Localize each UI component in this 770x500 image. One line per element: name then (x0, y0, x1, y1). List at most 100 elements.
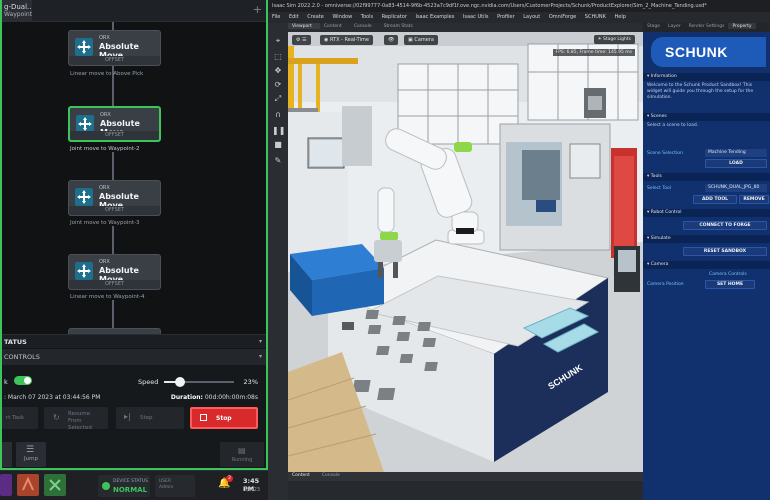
viewport-tool-strip: ⌖ ⬚ ✥ ⟳ ⤢ ∩ ❚❚ ■ ✎ (268, 32, 288, 472)
menu-schunk[interactable]: SCHUNK (585, 14, 606, 20)
tab-viewport[interactable]: Viewport (288, 23, 320, 29)
bottom-panel: Content Console (288, 472, 643, 500)
editor-tab-subtitle: Waypoint-2 (4, 11, 32, 18)
section-scenes[interactable]: ▾ Scenes (643, 113, 770, 121)
app-launcher-orange[interactable] (17, 474, 39, 496)
enable-toggle[interactable] (14, 376, 32, 385)
step-button[interactable]: ▸| Step (116, 407, 184, 429)
section-information[interactable]: ▾ Information (643, 73, 770, 81)
menu-tools[interactable]: Tools (361, 14, 373, 20)
information-text: Welcome to the Schunk Product Sandbox! T… (647, 83, 754, 100)
tab-stream-stats[interactable]: Stream Stats (380, 23, 421, 29)
move-arrows-icon (75, 262, 93, 280)
editor-tab[interactable]: g-Dual... Waypoint-2 (2, 0, 32, 22)
menu-omniforge[interactable]: OmniForge (549, 14, 576, 20)
tab-console[interactable]: Console (350, 23, 380, 29)
snap-tool-icon[interactable]: ∩ (272, 110, 284, 120)
node-description: Linear move to Waypoint-4 (70, 294, 145, 300)
jump-button[interactable]: ☰ Jump (16, 442, 46, 467)
flow-node-absolute-move[interactable]: ORX Absolute Move OFFSET (68, 254, 161, 290)
menu-isaac-utils[interactable]: Isaac Utils (463, 14, 489, 20)
rotate-tool-icon[interactable]: ⟳ (272, 80, 284, 90)
controls-header-label: CONTROLS (4, 353, 40, 361)
resume-from-selected-button[interactable]: ↻ Resume From Selected (44, 407, 108, 431)
scale-tool-icon[interactable]: ⤢ (272, 94, 284, 104)
speed-slider[interactable] (164, 377, 234, 387)
remove-tool-button[interactable]: REMOVE (739, 195, 769, 204)
select-mode-icon[interactable]: ⬚ (272, 52, 284, 62)
app-launcher-purple[interactable] (0, 474, 12, 496)
section-tools[interactable]: ▾ Tools (643, 173, 770, 181)
device-status[interactable]: DEVICE STATUS NORMAL (98, 475, 150, 497)
tab-stage[interactable]: Stage (643, 23, 664, 29)
render-mode-dropdown[interactable]: ◉ RTX - Real-Time (320, 35, 373, 45)
partial-button[interactable] (2, 442, 12, 467)
view-options-button[interactable]: 👁 (384, 35, 399, 45)
viewport-settings-button[interactable]: ⚙ ☰ (292, 35, 311, 45)
node-offset[interactable]: OFFSET (69, 206, 160, 215)
section-tools-label: Tools (650, 174, 662, 179)
tab-layer[interactable]: Layer (664, 23, 685, 29)
add-tab-button[interactable]: + (253, 4, 262, 16)
menu-edit[interactable]: Edit (289, 14, 299, 20)
flow-node-absolute-move[interactable]: ORX Absolute Move OFFSET (68, 180, 161, 216)
reset-sandbox-button[interactable]: RESET SANDBOX (683, 247, 767, 256)
section-simulate[interactable]: ▾ Simulate (643, 235, 770, 243)
resume-icon: ↻ (53, 413, 60, 422)
tab-content[interactable]: Content (320, 23, 350, 29)
menu-isaac-examples[interactable]: Isaac Examples (415, 14, 454, 20)
menu-file[interactable]: File (272, 14, 280, 20)
scene-selection-label: Scene Selection (647, 151, 683, 156)
menu-help[interactable]: Help (615, 14, 626, 20)
node-offset[interactable]: OFFSET (69, 280, 160, 289)
section-robot-control[interactable]: ▾ Robot Control (643, 209, 770, 217)
editor-tab-bar: g-Dual... Waypoint-2 + (2, 0, 266, 22)
list-icon: ☰ (26, 445, 35, 455)
menu-replicator[interactable]: Replicator (382, 14, 407, 20)
stop-button[interactable]: Stop (190, 407, 258, 429)
camera-dropdown[interactable]: ▣ Camera (404, 35, 438, 45)
load-button[interactable]: LOAD (705, 159, 767, 168)
connect-to-forge-button[interactable]: CONNECT TO FORGE (683, 221, 767, 230)
tab-render-settings[interactable]: Render Settings (685, 23, 729, 29)
flow-node-absolute-move[interactable]: ORX Absolute Move OFFSET (68, 30, 161, 66)
controls-section-header[interactable]: CONTROLS ▾ (2, 349, 266, 365)
stop-icon[interactable]: ■ (272, 140, 284, 150)
speed-slider-handle[interactable] (175, 377, 186, 387)
select-tool-icon[interactable]: ⌖ (272, 36, 284, 46)
menu-window[interactable]: Window (332, 14, 352, 20)
bottom-tab-console[interactable]: Console (322, 473, 340, 478)
section-camera[interactable]: ▾ Camera (643, 261, 770, 269)
add-tool-button[interactable]: ADD TOOL (693, 195, 737, 204)
select-tool-dropdown[interactable]: SCHUNK_DUAL_JPG_80 (705, 184, 767, 192)
tab-property[interactable]: Property (728, 23, 756, 29)
pause-icon[interactable]: ❚❚ (272, 126, 285, 136)
bottom-tab-content[interactable]: Content (292, 473, 310, 478)
move-arrows-icon (75, 188, 93, 206)
stage-lights-dropdown[interactable]: ☀ Stage Lights (593, 35, 635, 44)
menu-layout[interactable]: Layout (523, 14, 540, 20)
node-offset[interactable]: OFFSET (70, 131, 159, 140)
flow-node-absolute-move-selected[interactable]: ORX Absolute Move OFFSET (68, 106, 161, 142)
set-home-button[interactable]: SET HOME (705, 280, 755, 289)
light-bulb-icon: ☀ (597, 37, 602, 42)
3d-viewport[interactable]: ⚙ ☰ ◉ RTX - Real-Time 👁 ▣ Camera ☀ Stage… (288, 32, 643, 472)
node-description: Joint move to Waypoint-2 (70, 146, 140, 152)
menu-create[interactable]: Create (307, 14, 324, 20)
menu-profiler[interactable]: Profiler (497, 14, 515, 20)
app-launcher-green[interactable] (44, 474, 66, 496)
toggle-label: k (4, 378, 8, 386)
scene-selection-dropdown[interactable]: Machine Tending (705, 149, 767, 157)
jump-label: Jump (24, 456, 38, 462)
section-simulate-label: Simulate (650, 236, 671, 241)
node-offset[interactable]: OFFSET (69, 56, 160, 65)
chevron-down-icon: ▾ (258, 338, 262, 345)
speed-label: Speed (138, 378, 159, 386)
node-kind: ORX (99, 185, 110, 191)
brush-tool-icon[interactable]: ✎ (272, 156, 284, 166)
start-task-button[interactable]: rt Task (2, 407, 38, 429)
flow-canvas[interactable]: ORX Absolute Move OFFSET Linear move to … (2, 22, 266, 338)
status-section-header[interactable]: TATUS ▾ (2, 334, 266, 348)
move-tool-icon[interactable]: ✥ (272, 66, 284, 76)
user-menu[interactable]: USER Admin (155, 475, 195, 497)
